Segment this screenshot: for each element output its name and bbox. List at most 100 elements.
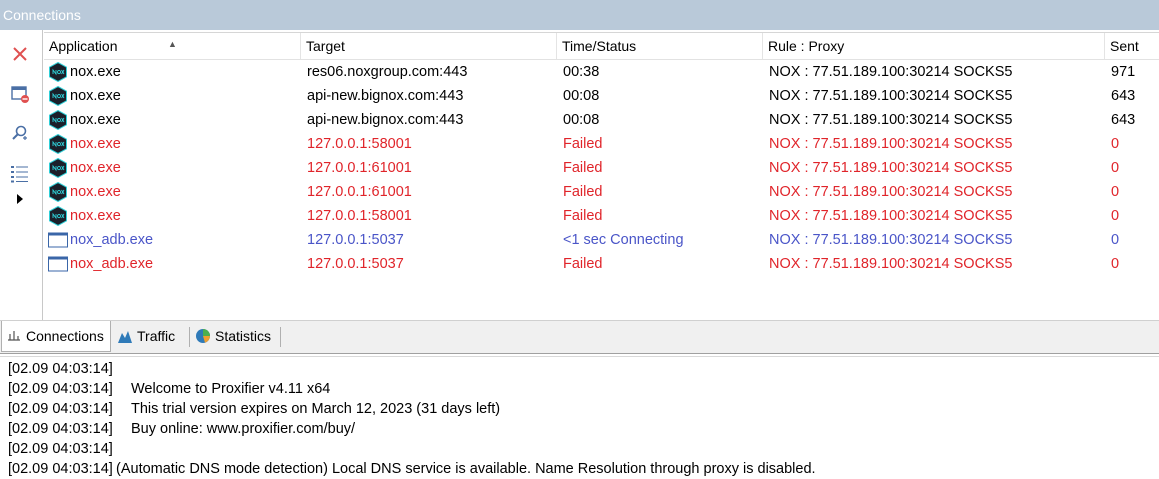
nox-app-icon	[49, 86, 67, 106]
cell-application: nox.exe	[70, 208, 121, 224]
cell-time-status: 00:38	[563, 64, 600, 80]
log-timestamp: [02.09 04:03:14]	[8, 361, 113, 377]
nox-app-icon	[49, 110, 67, 130]
cell-rule-proxy: NOX : 77.51.189.100:30214 SOCKS5	[769, 112, 1013, 128]
cell-target: 127.0.0.1:5037	[307, 256, 404, 272]
log-timestamp: [02.09 04:03:14]	[8, 441, 113, 457]
cell-rule-proxy: NOX : 77.51.189.100:30214 SOCKS5	[769, 232, 1013, 248]
tab-statistics[interactable]: Statistics	[191, 321, 279, 351]
cell-sent: 0	[1111, 256, 1120, 272]
traffic-chart-icon	[118, 331, 132, 343]
cell-time-status: 00:08	[563, 112, 600, 128]
cell-application: nox.exe	[70, 112, 121, 128]
column-label: Application	[49, 38, 118, 54]
table-row[interactable]: nox.exe api-new.bignox.com:443 00:08 NOX : …	[44, 84, 1159, 108]
window-remove-button[interactable]	[8, 82, 32, 106]
tab-label: Traffic	[137, 328, 176, 344]
cell-rule-proxy: NOX : 77.51.189.100:30214 SOCKS5	[769, 256, 1013, 272]
table-row[interactable]: nox.exe 127.0.0.1:61001 Failed NOX : 77.51.…	[44, 180, 1159, 204]
cell-sent: 0	[1111, 136, 1120, 152]
expand-toolbar-button[interactable]	[10, 187, 30, 211]
cell-target: res06.noxgroup.com:443	[307, 64, 468, 80]
cell-rule-proxy: NOX : 77.51.189.100:30214 SOCKS5	[769, 64, 1013, 80]
table-row[interactable]: nox.exe 127.0.0.1:58001 Failed NOX : 77.51.…	[44, 204, 1159, 228]
nox-app-icon	[49, 182, 67, 202]
cell-target: 127.0.0.1:61001	[307, 184, 412, 200]
log-message: (Automatic DNS mode detection) Local DNS…	[116, 461, 816, 477]
window-app-icon	[48, 232, 68, 248]
cell-time-status: <1 sec Connecting	[563, 232, 684, 248]
cell-application: nox.exe	[70, 160, 121, 176]
cell-sent: 643	[1111, 88, 1136, 104]
table-row[interactable]: nox.exe res06.noxgroup.com:443 00:38 NOX : …	[44, 60, 1159, 84]
cell-rule-proxy: NOX : 77.51.189.100:30214 SOCKS5	[769, 136, 1013, 152]
nox-app-icon	[49, 158, 67, 178]
table-row[interactable]: nox_adb.exe 127.0.0.1:5037 Failed NOX : 77.…	[44, 252, 1159, 276]
log-timestamp: [02.09 04:03:14]	[8, 401, 113, 417]
bottom-tab-bar: Connections Traffic Statistics	[0, 320, 1159, 354]
cell-rule-proxy: NOX : 77.51.189.100:30214 SOCKS5	[769, 88, 1013, 104]
table-row[interactable]: nox_adb.exe 127.0.0.1:5037 <1 sec Connecti…	[44, 228, 1159, 252]
nox-app-icon	[49, 134, 67, 154]
log-timestamp: [02.09 04:03:14]	[8, 461, 113, 477]
cell-time-status: Failed	[563, 160, 603, 176]
cell-target: 127.0.0.1:58001	[307, 208, 412, 224]
cell-target: 127.0.0.1:61001	[307, 160, 412, 176]
log-panel: [02.09 04:03:14] [02.09 04:03:14] Welcome …	[0, 356, 1159, 477]
cell-sent: 0	[1111, 160, 1120, 176]
tab-separator	[189, 327, 190, 347]
cell-time-status: Failed	[563, 208, 603, 224]
log-line: [02.09 04:03:14] Buy online: www.proxifie…	[8, 419, 355, 439]
tab-traffic[interactable]: Traffic	[113, 321, 189, 351]
cell-application: nox.exe	[70, 136, 121, 152]
table-row[interactable]: nox.exe 127.0.0.1:58001 Failed NOX : 77.51.…	[44, 132, 1159, 156]
window-app-icon	[48, 256, 68, 272]
find-icon	[12, 125, 27, 140]
column-header-time-status[interactable]: Time/Status	[557, 33, 763, 59]
log-message: Welcome to Proxifier v4.11 x64	[131, 381, 331, 397]
sort-ascending-icon: ▲	[168, 39, 177, 49]
cell-target: 127.0.0.1:5037	[307, 232, 404, 248]
cell-sent: 971	[1111, 64, 1136, 80]
cell-application: nox_adb.exe	[70, 256, 154, 272]
view-list-button[interactable]	[8, 162, 32, 186]
log-line: [02.09 04:03:14] Welcome to Proxifier v4.…	[8, 379, 330, 399]
expand-arrow-icon	[17, 194, 23, 204]
cell-sent: 643	[1111, 112, 1136, 128]
log-message: This trial version expires on March 12, …	[131, 401, 501, 417]
table-header: Application ▲ Target Time/Status Rule : …	[44, 33, 1159, 60]
log-line: [02.09 04:03:14] This trial version expir…	[8, 399, 500, 419]
window-title: Connections	[0, 0, 1159, 30]
nox-app-icon	[49, 62, 67, 82]
close-connection-icon	[13, 47, 27, 61]
cell-application: nox.exe	[70, 64, 121, 80]
close-connection-button[interactable]	[8, 42, 32, 66]
column-header-sent[interactable]: Sent	[1105, 33, 1159, 59]
cell-application: nox.exe	[70, 88, 121, 104]
tab-connections[interactable]: Connections	[1, 321, 111, 352]
column-header-target[interactable]: Target	[301, 33, 557, 59]
find-button[interactable]	[8, 121, 32, 145]
column-label: Rule : Proxy	[768, 38, 845, 54]
column-header-rule-proxy[interactable]: Rule : Proxy	[763, 33, 1105, 59]
column-header-application[interactable]: Application ▲	[44, 33, 301, 59]
cell-target: api-new.bignox.com:443	[307, 112, 464, 128]
log-line: [02.09 04:03:14]	[8, 439, 113, 459]
table-row[interactable]: nox.exe 127.0.0.1:61001 Failed NOX : 77.51.…	[44, 156, 1159, 180]
tab-label: Connections	[26, 328, 104, 344]
table-row[interactable]: nox.exe api-new.bignox.com:443 00:08 NOX : …	[44, 108, 1159, 132]
cell-time-status: Failed	[563, 136, 603, 152]
log-timestamp: [02.09 04:03:14]	[8, 421, 113, 437]
cell-rule-proxy: NOX : 77.51.189.100:30214 SOCKS5	[769, 184, 1013, 200]
statistics-pie-icon	[196, 329, 210, 343]
nox-app-icon	[49, 206, 67, 226]
view-list-icon	[11, 166, 28, 183]
column-label: Target	[306, 38, 345, 54]
log-line: [02.09 04:03:14] (Automatic DNS mode dete…	[8, 459, 816, 479]
log-timestamp: [02.09 04:03:14]	[8, 381, 113, 397]
connections-table: Application ▲ Target Time/Status Rule : …	[44, 32, 1159, 319]
cell-time-status: Failed	[563, 184, 603, 200]
log-message: Buy online: www.proxifier.com/buy/	[131, 421, 356, 437]
cell-rule-proxy: NOX : 77.51.189.100:30214 SOCKS5	[769, 160, 1013, 176]
cell-sent: 0	[1111, 232, 1120, 248]
